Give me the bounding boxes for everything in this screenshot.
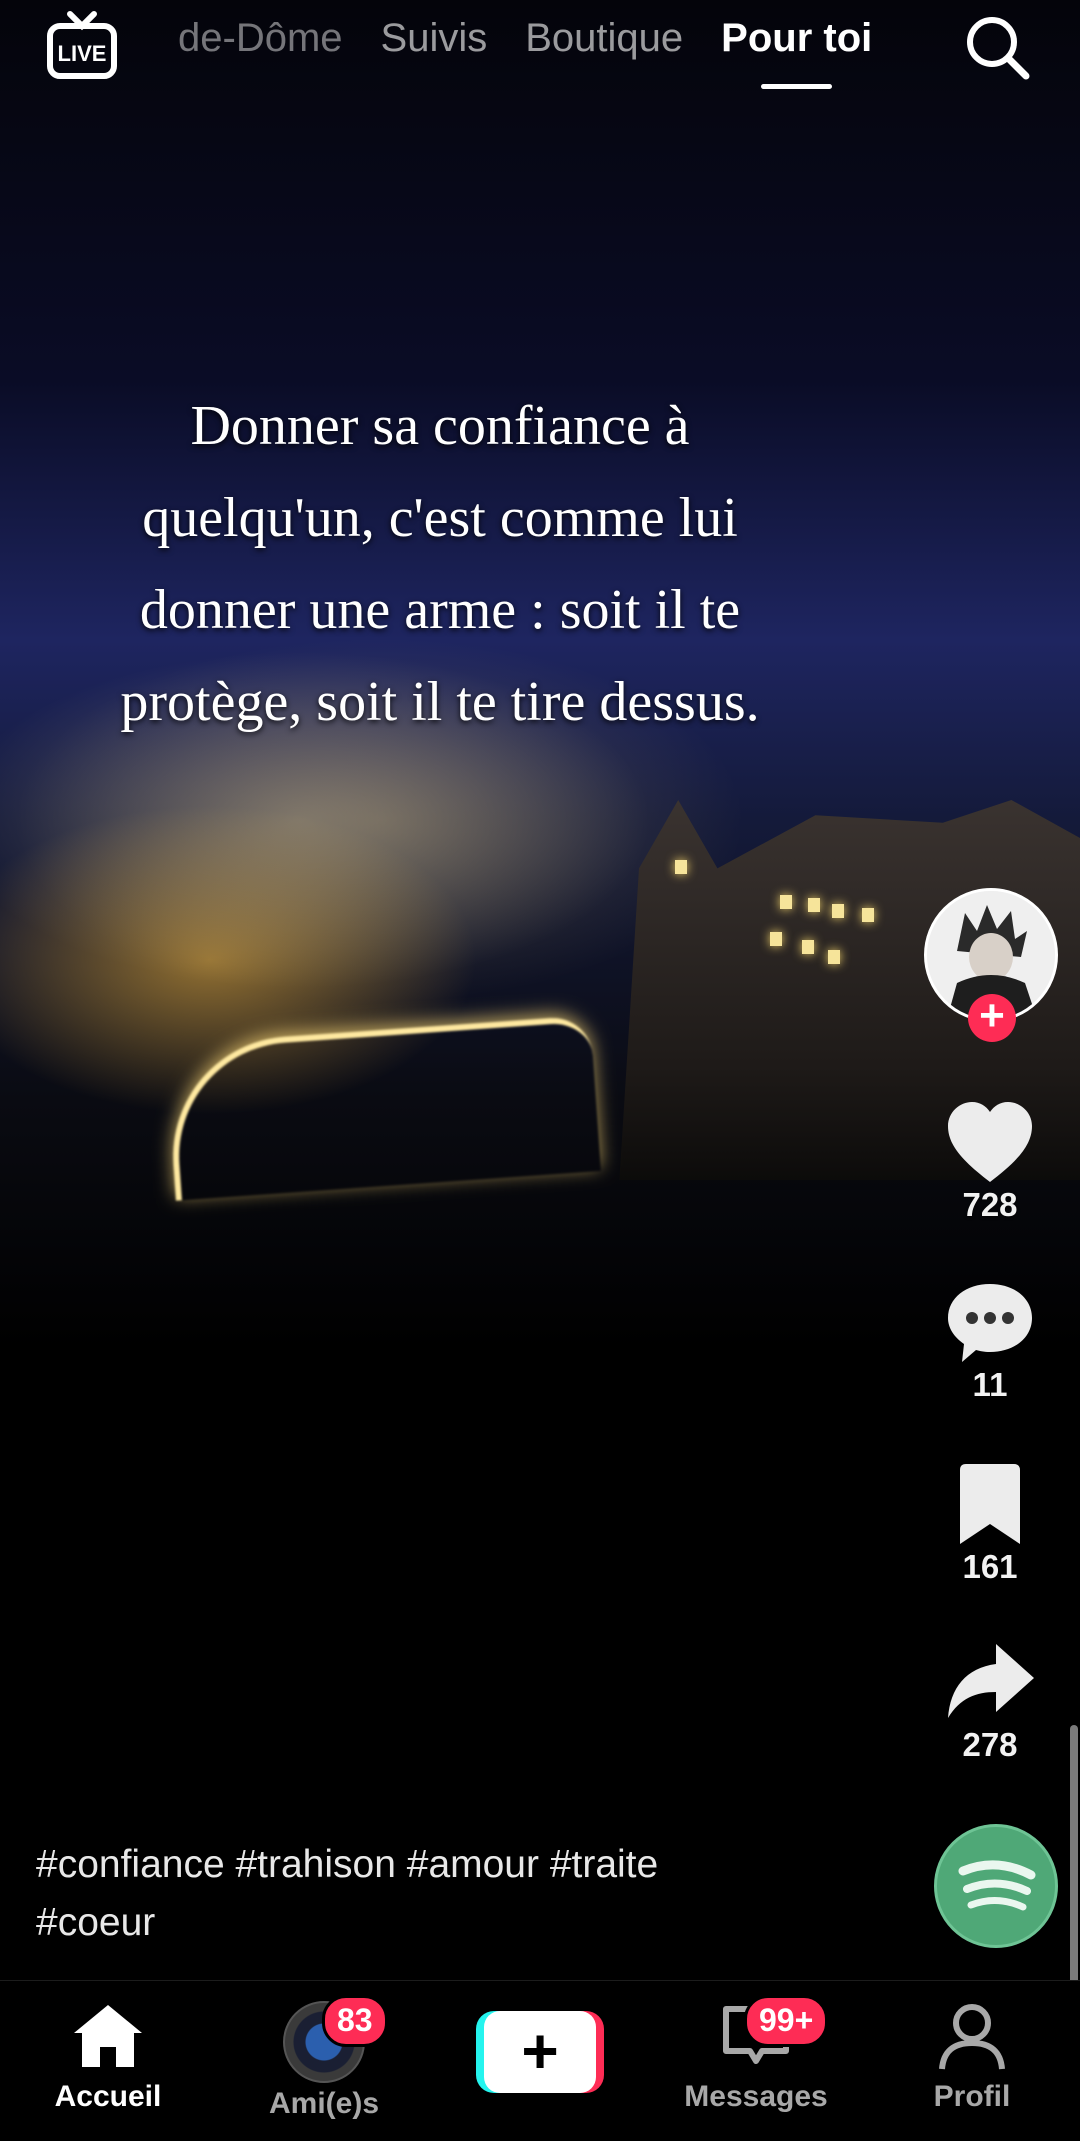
bookmark-icon xyxy=(960,1464,1020,1544)
home-icon xyxy=(74,2005,142,2067)
bottom-navigation: Accueil Ami(e)s 83 + Messages 99+ Profil xyxy=(0,1980,1080,2141)
share-count: 278 xyxy=(962,1726,1018,1763)
comment-icon xyxy=(948,1284,1032,1362)
save-button[interactable]: 161 xyxy=(920,1462,1060,1586)
live-tv-icon: LIVE xyxy=(47,11,117,79)
nav-profile-label: Profil xyxy=(933,2080,1011,2113)
video-overlay-text: Donner sa confiance à quelqu'un, c'est c… xyxy=(40,380,840,748)
spotify-icon xyxy=(958,1860,1036,1911)
search-button[interactable] xyxy=(962,12,1032,82)
create-button[interactable]: + xyxy=(476,2011,604,2093)
feed-tabs: de-Dôme Suivis Boutique Pour toi xyxy=(178,16,872,89)
friends-notification-badge: 83 xyxy=(322,1995,388,2047)
comment-count: 11 xyxy=(972,1366,1008,1403)
overlay-line: donner une arme : soit il te xyxy=(139,579,741,641)
save-count: 161 xyxy=(962,1548,1018,1585)
tab-local[interactable]: de-Dôme xyxy=(178,16,343,61)
overlay-line: quelqu'un, c'est comme lui xyxy=(142,487,738,549)
profile-icon xyxy=(939,2004,1005,2070)
caption-hashtags-line[interactable]: #confiance #trahison #amour #traite xyxy=(36,1836,856,1894)
tab-shop[interactable]: Boutique xyxy=(525,16,683,61)
nav-messages-label: Messages xyxy=(684,2080,828,2113)
video-player[interactable]: Donner sa confiance à quelqu'un, c'est c… xyxy=(0,0,1080,1980)
live-label: LIVE xyxy=(58,41,107,66)
overlay-line: protège, soit il te tire dessus. xyxy=(120,671,760,733)
nav-home-label: Accueil xyxy=(54,2080,162,2113)
share-arrow-icon xyxy=(948,1644,1034,1718)
tab-for-you[interactable]: Pour toi xyxy=(721,16,872,89)
nav-messages[interactable]: Messages 99+ xyxy=(656,1995,856,2114)
overlay-line: Donner sa confiance à xyxy=(190,395,690,457)
nav-friends[interactable]: Ami(e)s 83 xyxy=(224,1995,424,2121)
nav-friends-label: Ami(e)s xyxy=(268,2087,380,2120)
plus-icon: + xyxy=(484,2011,596,2093)
comment-button[interactable]: 11 xyxy=(920,1280,1060,1404)
tab-following[interactable]: Suivis xyxy=(381,16,488,61)
nav-home[interactable]: Accueil xyxy=(8,2001,208,2114)
top-navigation: LIVE de-Dôme Suivis Boutique Pour toi xyxy=(0,0,1080,110)
nav-profile[interactable]: Profil xyxy=(872,2001,1072,2114)
like-button[interactable]: 728 xyxy=(920,1100,1060,1224)
music-disc-button[interactable] xyxy=(934,1824,1058,1948)
live-button[interactable]: LIVE xyxy=(46,10,118,80)
search-icon xyxy=(967,17,1030,80)
share-button[interactable]: 278 xyxy=(920,1640,1060,1764)
caption-hashtags-line[interactable]: #coeur xyxy=(36,1894,856,1952)
like-count: 728 xyxy=(962,1186,1018,1223)
messages-notification-badge: 99+ xyxy=(744,1995,829,2047)
follow-button[interactable]: + xyxy=(968,994,1016,1042)
video-caption[interactable]: #confiance #trahison #amour #traite #coe… xyxy=(36,1836,856,1952)
heart-icon xyxy=(948,1102,1032,1182)
